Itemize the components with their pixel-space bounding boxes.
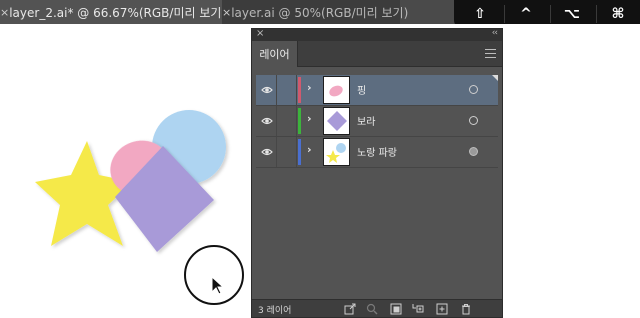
target-circle-icon[interactable] (469, 116, 478, 125)
divider (596, 5, 597, 23)
close-panel-icon[interactable]: × (256, 28, 264, 39)
tab-layers[interactable]: 레이어 (252, 41, 298, 67)
layer-thumbnail (323, 107, 350, 135)
tab-label: layer_2.ai* @ 66.67%(RGB/미리 보기) (9, 5, 227, 20)
hamburger-icon[interactable] (485, 49, 496, 59)
close-tab-icon[interactable]: × (222, 6, 231, 19)
click-indicator-ring (184, 245, 244, 305)
eye-icon[interactable] (261, 145, 273, 159)
tab-label: layer.ai @ 50%(RGB/미리 보기) (231, 5, 409, 20)
divider (276, 106, 277, 136)
divider (296, 106, 297, 136)
control-key-icon: ^ (520, 6, 532, 22)
illustrator-window: × layer_2.ai* @ 66.67%(RGB/미리 보기) × laye… (0, 0, 640, 318)
layer-thumbnail (323, 138, 350, 166)
divider (550, 5, 551, 23)
layer-thumbnail (323, 76, 350, 104)
divider (296, 75, 297, 105)
option-key-icon: ⌥ (563, 6, 581, 22)
expand-chevron-icon[interactable]: › (307, 143, 312, 156)
layer-row-pink[interactable]: › 핑 (256, 75, 498, 105)
layer-row-purple[interactable]: › 보라 (256, 106, 498, 136)
layer-color-bar (298, 139, 301, 165)
divider (276, 75, 277, 105)
layer-name[interactable]: 핑 (357, 82, 366, 97)
shift-key-icon: ⇧ (474, 6, 486, 22)
clipping-mask-icon[interactable] (390, 303, 402, 315)
tab-layer[interactable]: × layer.ai @ 50%(RGB/미리 보기) (222, 0, 408, 24)
panel-footer: 3 레이어 (252, 299, 502, 317)
close-tab-icon[interactable]: × (0, 6, 9, 19)
eye-icon[interactable] (261, 83, 273, 97)
arrow-cursor-icon (211, 276, 225, 295)
panel-tab-strip: 레이어 (252, 41, 502, 67)
command-key-icon: ⌘ (611, 6, 625, 22)
layer-row-yellow-blue[interactable]: › 노랑 파랑 (256, 137, 498, 167)
divider (296, 137, 297, 167)
divider (256, 167, 498, 168)
eye-icon[interactable] (261, 114, 273, 128)
panel-title-bar[interactable]: × ‹‹ (252, 28, 502, 41)
layer-name[interactable]: 노랑 파랑 (357, 144, 397, 159)
layer-count: 3 레이어 (258, 306, 292, 316)
new-layer-icon[interactable] (436, 303, 448, 315)
divider (504, 5, 505, 23)
expand-chevron-icon[interactable]: › (307, 81, 312, 94)
target-circle-icon[interactable] (469, 147, 478, 156)
target-circle-icon[interactable] (469, 85, 478, 94)
new-sublayer-icon[interactable] (412, 303, 424, 315)
tab-layer-2[interactable]: × layer_2.ai* @ 66.67%(RGB/미리 보기) (0, 0, 226, 24)
collapse-panel-icon[interactable]: ‹‹ (492, 28, 498, 38)
layer-color-bar (298, 108, 301, 134)
layer-name[interactable]: 보라 (357, 113, 375, 128)
search-icon[interactable] (366, 303, 378, 315)
divider (276, 137, 277, 167)
layers-panel: × ‹‹ 레이어 › 핑 › 보라 › 노랑 파랑 3 레이어 (251, 28, 503, 318)
expand-chevron-icon[interactable]: › (307, 112, 312, 125)
selection-indicator-icon (492, 75, 498, 81)
layer-color-bar (298, 77, 301, 103)
export-icon[interactable] (344, 303, 356, 315)
trash-icon[interactable] (460, 303, 472, 315)
